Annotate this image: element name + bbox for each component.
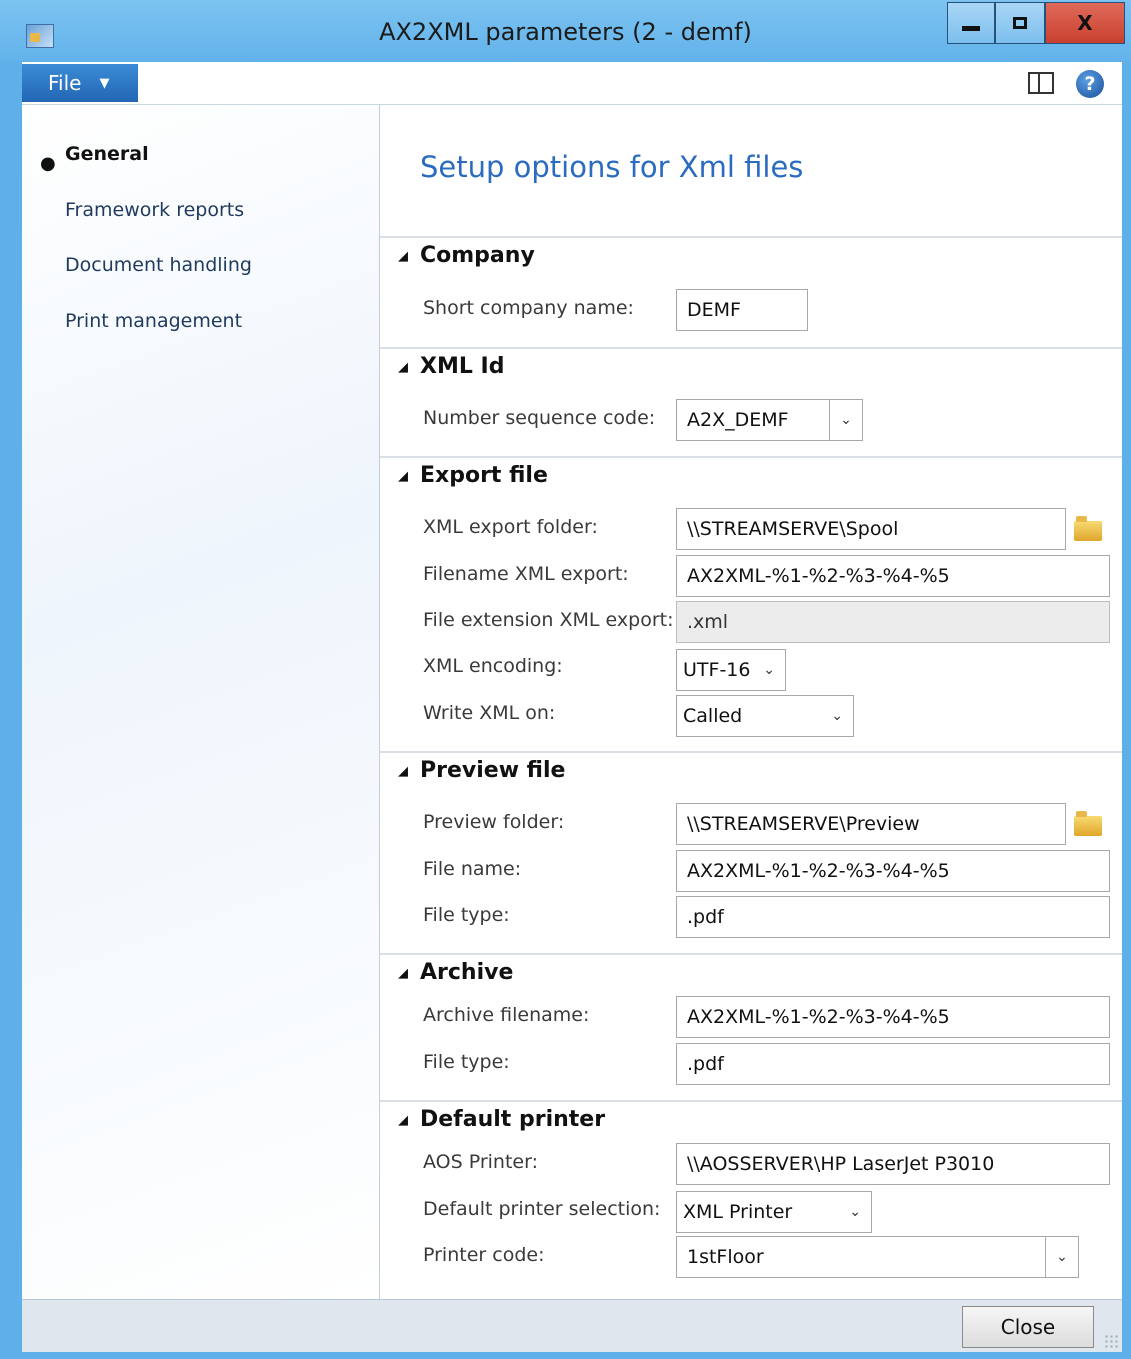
close-icon: X xyxy=(1077,11,1093,35)
preview-folder-field[interactable]: \\STREAMSERVE\Preview xyxy=(676,803,1066,845)
section-header-company[interactable]: ◢ Company xyxy=(398,243,535,268)
file-menu-button[interactable]: File ▼ xyxy=(22,64,138,102)
default-printer-selection-label: Default printer selection: xyxy=(423,1198,661,1220)
section-title: Archive xyxy=(420,960,514,985)
collapse-triangle-icon: ◢ xyxy=(398,966,408,981)
write-xml-on-label: Write XML on: xyxy=(423,702,556,724)
help-icon[interactable]: ? xyxy=(1076,70,1104,98)
section-title: Default printer xyxy=(420,1107,606,1132)
nav-item-document-handling[interactable]: Document handling xyxy=(65,254,252,276)
number-sequence-code-lookup[interactable]: A2X_DEMF ⌄ xyxy=(676,399,863,441)
minimize-button[interactable] xyxy=(947,2,995,44)
preview-file-type-label: File type: xyxy=(423,904,510,926)
close-window-button[interactable]: X xyxy=(1045,2,1125,44)
file-extension-xml-export-label: File extension XML export: xyxy=(423,609,674,631)
dialog-window: AX2XML parameters (2 - demf) X File ▼ ? … xyxy=(0,0,1131,1359)
chevron-down-icon: ▼ xyxy=(99,75,110,91)
preview-file-name-label: File name: xyxy=(423,858,522,880)
divider xyxy=(380,751,1122,753)
chevron-down-icon: ⌄ xyxy=(849,1204,861,1220)
page-title: Setup options for Xml files xyxy=(420,150,804,184)
chevron-down-icon[interactable]: ⌄ xyxy=(1045,1237,1078,1277)
section-title: Company xyxy=(420,243,535,268)
chevron-down-icon[interactable]: ⌄ xyxy=(829,400,862,440)
printer-code-lookup[interactable]: 1stFloor ⌄ xyxy=(676,1236,1079,1278)
close-button[interactable]: Close xyxy=(962,1306,1094,1348)
write-xml-on-value: Called xyxy=(683,705,743,727)
layout-icon[interactable] xyxy=(1028,72,1054,94)
preview-file-type-field[interactable]: .pdf xyxy=(676,896,1110,938)
section-header-default-printer[interactable]: ◢ Default printer xyxy=(398,1107,605,1132)
collapse-triangle-icon: ◢ xyxy=(398,1113,408,1128)
xml-encoding-label: XML encoding: xyxy=(423,655,563,677)
section-header-export-file[interactable]: ◢ Export file xyxy=(398,463,548,488)
ribbon: File ▼ ? xyxy=(22,62,1122,105)
archive-filename-field[interactable]: AX2XML-%1-%2-%3-%4-%5 xyxy=(676,996,1110,1038)
maximize-button[interactable] xyxy=(995,2,1045,44)
minimize-icon xyxy=(962,25,980,31)
archive-file-type-label: File type: xyxy=(423,1051,510,1073)
content-pane: Setup options for Xml files ◢ Company Sho… xyxy=(380,105,1122,1299)
archive-file-type-field[interactable]: .pdf xyxy=(676,1043,1110,1085)
resize-grip-icon[interactable] xyxy=(1104,1334,1118,1348)
number-sequence-code-label: Number sequence code: xyxy=(423,407,656,429)
default-printer-selection-select[interactable]: XML Printer ⌄ xyxy=(676,1191,872,1233)
section-header-preview-file[interactable]: ◢ Preview file xyxy=(398,758,565,783)
aos-printer-label: AOS Printer: xyxy=(423,1151,538,1173)
file-extension-xml-export-field: .xml xyxy=(676,601,1110,643)
divider xyxy=(380,953,1122,955)
archive-filename-label: Archive filename: xyxy=(423,1004,590,1026)
divider xyxy=(380,456,1122,458)
short-company-name-field[interactable]: DEMF xyxy=(676,289,808,331)
write-xml-on-select[interactable]: Called ⌄ xyxy=(676,695,854,737)
section-header-xml-id[interactable]: ◢ XML Id xyxy=(398,354,504,379)
filename-xml-export-field[interactable]: AX2XML-%1-%2-%3-%4-%5 xyxy=(676,555,1110,597)
aos-printer-field[interactable]: \\AOSSERVER\HP LaserJet P3010 xyxy=(676,1143,1110,1185)
xml-export-folder-label: XML export folder: xyxy=(423,516,598,538)
number-sequence-code-value: A2X_DEMF xyxy=(687,409,789,431)
printer-code-value: 1stFloor xyxy=(687,1246,764,1268)
preview-folder-label: Preview folder: xyxy=(423,811,565,833)
xml-export-folder-field[interactable]: \\STREAMSERVE\Spool xyxy=(676,508,1066,550)
collapse-triangle-icon: ◢ xyxy=(398,360,408,375)
section-title: XML Id xyxy=(420,354,505,379)
file-menu-label: File xyxy=(48,71,82,95)
collapse-triangle-icon: ◢ xyxy=(398,469,408,484)
section-title: Export file xyxy=(420,463,548,488)
section-title: Preview file xyxy=(420,758,566,783)
xml-encoding-select[interactable]: UTF-16 ⌄ xyxy=(676,649,786,691)
filename-xml-export-label: Filename XML export: xyxy=(423,563,629,585)
section-header-archive[interactable]: ◢ Archive xyxy=(398,960,513,985)
active-bullet-icon: ● xyxy=(40,153,56,174)
folder-icon[interactable] xyxy=(1074,811,1102,836)
divider xyxy=(380,236,1122,238)
nav-item-framework-reports[interactable]: Framework reports xyxy=(65,199,244,221)
chevron-down-icon: ⌄ xyxy=(763,662,775,678)
title-bar[interactable]: AX2XML parameters (2 - demf) X xyxy=(0,0,1131,62)
collapse-triangle-icon: ◢ xyxy=(398,249,408,264)
default-printer-selection-value: XML Printer xyxy=(683,1201,793,1223)
collapse-triangle-icon: ◢ xyxy=(398,764,408,779)
divider xyxy=(380,1100,1122,1102)
divider xyxy=(380,347,1122,349)
nav-item-print-management[interactable]: Print management xyxy=(65,310,242,332)
folder-icon[interactable] xyxy=(1074,516,1102,541)
maximize-icon xyxy=(1013,17,1027,29)
preview-file-name-field[interactable]: AX2XML-%1-%2-%3-%4-%5 xyxy=(676,850,1110,892)
short-company-name-label: Short company name: xyxy=(423,297,634,319)
chevron-down-icon: ⌄ xyxy=(831,708,843,724)
nav-item-general[interactable]: General xyxy=(65,143,149,165)
xml-encoding-value: UTF-16 xyxy=(683,659,751,681)
printer-code-label: Printer code: xyxy=(423,1244,545,1266)
footer-bar: Close xyxy=(22,1299,1122,1352)
section-nav: ● General Framework reports Document han… xyxy=(22,105,380,1299)
